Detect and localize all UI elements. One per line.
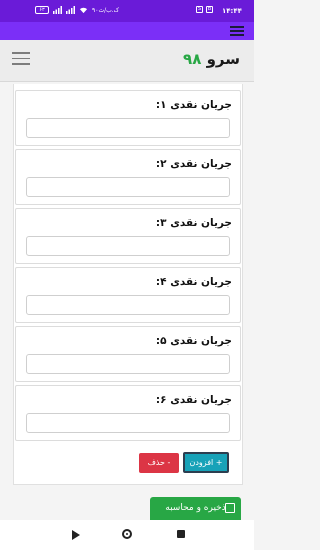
menu-icon[interactable] xyxy=(230,26,244,36)
cashflow-input-6[interactable] xyxy=(26,413,230,433)
cashflow-label-1: جریان نقدی ۱: xyxy=(155,99,232,111)
status-icons-left: ۶۳ ۹۰ک.ب/ث xyxy=(35,6,119,14)
notification-icon: S xyxy=(196,6,203,13)
cashflow-input-2[interactable] xyxy=(26,177,230,197)
cashflow-label-6: جریان نقدی ۶: xyxy=(155,394,232,406)
network-speed: ۹۰ک.ب/ث xyxy=(92,6,120,14)
cashflow-label-5: جریان نقدی ۵: xyxy=(155,335,232,347)
brand-number: ۹۸ xyxy=(183,50,202,68)
cashflow-item-3: جریان نقدی ۳: xyxy=(15,208,241,264)
save-label: ذخیره و محاسبه xyxy=(165,503,226,513)
back-icon[interactable] xyxy=(72,530,80,540)
home-icon[interactable] xyxy=(122,529,132,539)
status-icons-right: S B xyxy=(196,6,213,13)
brand-logo[interactable]: سرو ۹۸ xyxy=(183,50,240,68)
cashflow-input-1[interactable] xyxy=(26,118,230,138)
battery-icon: ۶۳ xyxy=(35,6,49,14)
hamburger-icon[interactable] xyxy=(12,52,30,66)
cashflow-input-5[interactable] xyxy=(26,354,230,374)
signal-icon xyxy=(53,6,62,14)
cashflow-label-4: جریان نقدی ۴: xyxy=(155,276,232,288)
navbar: سرو ۹۸ xyxy=(0,40,254,82)
cashflow-item-4: جریان نقدی ۴: xyxy=(15,267,241,323)
system-nav-bar xyxy=(0,520,254,550)
wifi-icon xyxy=(79,7,88,14)
status-bar: ۶۳ ۹۰ک.ب/ث S B ۱۴:۴۴ xyxy=(0,0,254,22)
cashflow-item-6: جریان نقدی ۶: xyxy=(15,385,241,441)
cashflow-label-2: جریان نقدی ۲: xyxy=(155,158,232,170)
cashflow-card: جریان نقدی ۱: جریان نقدی ۲: جریان نقدی ۳… xyxy=(13,84,243,485)
recent-apps-icon[interactable] xyxy=(177,530,185,538)
signal-icon-2 xyxy=(66,6,75,14)
status-time: ۱۴:۴۴ xyxy=(222,7,242,15)
battery-level: ۶۳ xyxy=(39,7,45,13)
save-button[interactable]: ذخیره و محاسبه xyxy=(150,497,241,520)
cashflow-item-5: جریان نقدی ۵: xyxy=(15,326,241,382)
delete-button[interactable]: - حذف xyxy=(139,453,179,473)
cashflow-item-1: جریان نقدی ۱: xyxy=(15,90,241,146)
app-notification-icon: B xyxy=(206,6,213,13)
add-button[interactable]: + افزودن xyxy=(183,452,229,473)
cashflow-item-2: جریان نقدی ۲: xyxy=(15,149,241,205)
app-top-strip xyxy=(0,22,254,40)
cashflow-input-3[interactable] xyxy=(26,236,230,256)
cashflow-input-4[interactable] xyxy=(26,295,230,315)
brand-text: سرو xyxy=(206,50,240,68)
save-icon xyxy=(225,503,235,513)
cashflow-label-3: جریان نقدی ۳: xyxy=(155,217,232,229)
